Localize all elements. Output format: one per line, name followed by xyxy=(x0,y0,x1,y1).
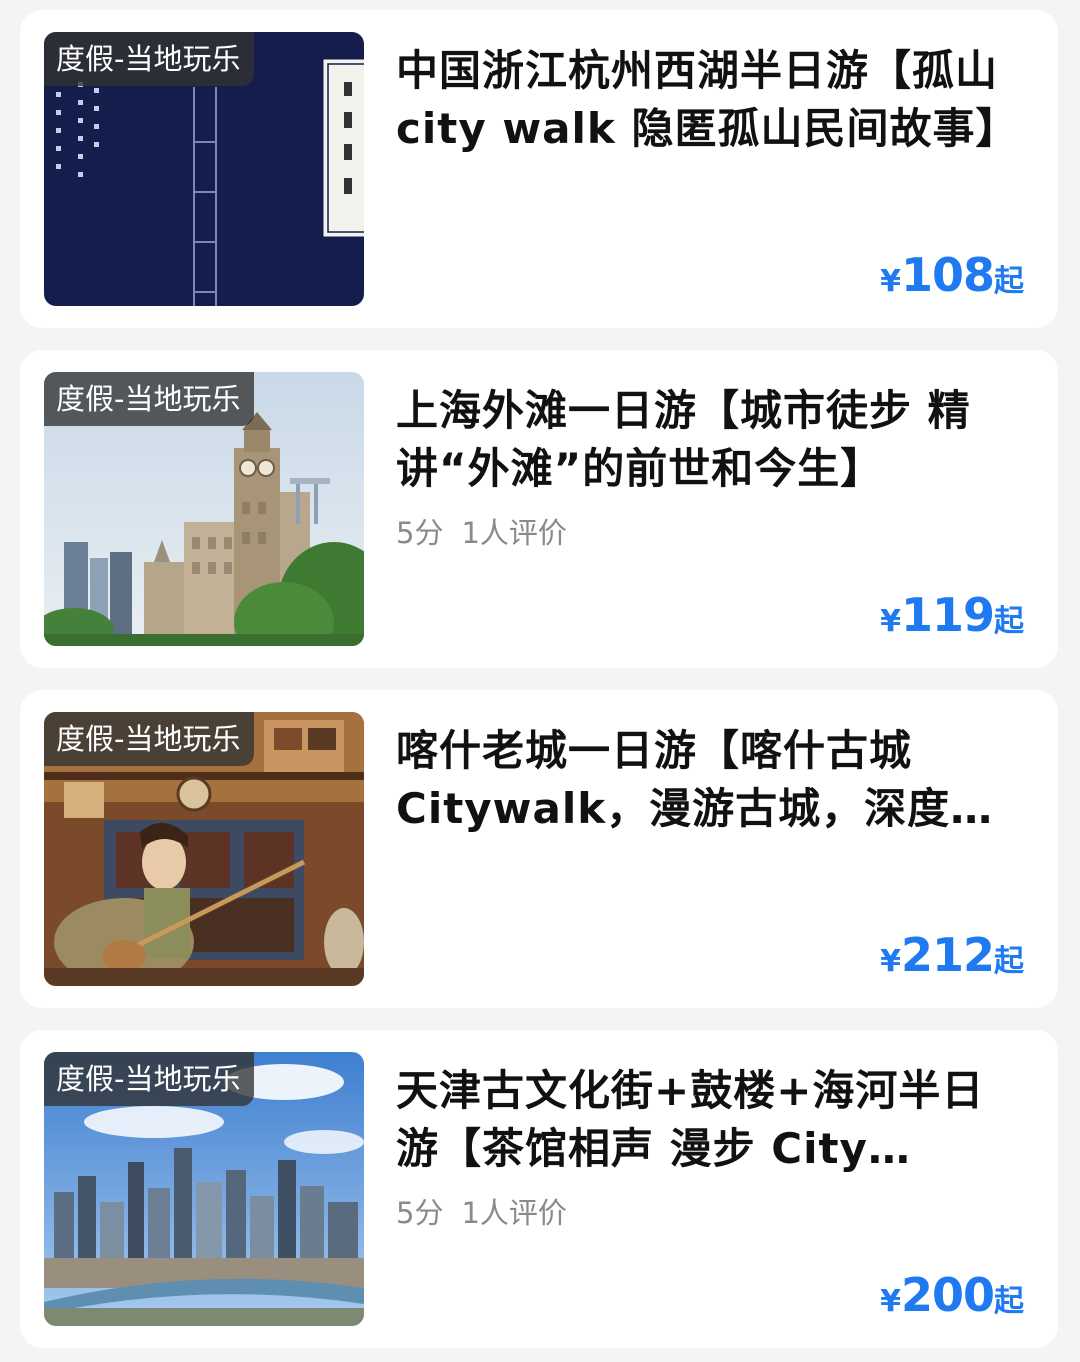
product-info: 上海外滩一日游【城市徒步 精讲“外滩”的前世和今生】 5分 1人评价 ¥119起 xyxy=(396,350,1024,668)
product-image[interactable]: 度假-当地玩乐 xyxy=(44,712,364,986)
product-title[interactable]: 喀什老城一日游【喀什古城Citywalk，漫游古城，深度体验】 xyxy=(396,722,1024,838)
rating-score: 5分 xyxy=(396,516,444,550)
product-price: ¥108起 xyxy=(880,252,1024,298)
price-amount: 119 xyxy=(900,588,995,642)
price-suffix: 起 xyxy=(994,1284,1024,1319)
product-title[interactable]: 中国浙江杭州西湖半日游【孤山city walk 隐匿孤山民间故事】 xyxy=(396,42,1024,158)
product-image[interactable]: 度假-当地玩乐 xyxy=(44,1052,364,1326)
product-info: 中国浙江杭州西湖半日游【孤山city walk 隐匿孤山民间故事】 ¥108起 xyxy=(396,10,1024,328)
review-count[interactable]: 1人评价 xyxy=(461,1196,566,1230)
category-tag: 度假-当地玩乐 xyxy=(44,372,255,426)
price-suffix: 起 xyxy=(994,944,1024,979)
product-card[interactable]: 度假-当地玩乐 天津古文化街+鼓楼+海河半日游【茶馆相声 漫步 City Wal… xyxy=(20,1030,1058,1348)
category-tag: 度假-当地玩乐 xyxy=(44,32,255,86)
currency-symbol: ¥ xyxy=(880,944,901,979)
price-amount: 212 xyxy=(900,928,995,982)
product-card[interactable]: 度假-当地玩乐 喀什老城一日游【喀什古城Citywalk，漫游古城，深度体验】 … xyxy=(20,690,1058,1008)
price-amount: 108 xyxy=(900,248,995,302)
product-price: ¥200起 xyxy=(880,1272,1024,1318)
product-title[interactable]: 上海外滩一日游【城市徒步 精讲“外滩”的前世和今生】 xyxy=(396,382,1024,498)
price-suffix: 起 xyxy=(994,264,1024,299)
review-count[interactable]: 1人评价 xyxy=(461,516,566,550)
product-info: 天津古文化街+鼓楼+海河半日游【茶馆相声 漫步 City Walk】 5分 1人评… xyxy=(396,1030,1024,1348)
product-card[interactable]: 度假-当地玩乐 中国浙江杭州西湖半日游【孤山city walk 隐匿孤山民间故事… xyxy=(20,10,1058,328)
price-amount: 200 xyxy=(900,1268,995,1322)
rating-score: 5分 xyxy=(396,1196,444,1230)
currency-symbol: ¥ xyxy=(880,264,901,299)
category-tag: 度假-当地玩乐 xyxy=(44,1052,255,1106)
product-list: 度假-当地玩乐 中国浙江杭州西湖半日游【孤山city walk 隐匿孤山民间故事… xyxy=(0,0,1080,1362)
currency-symbol: ¥ xyxy=(880,1284,901,1319)
product-price: ¥119起 xyxy=(880,592,1024,638)
rating-row: 5分 1人评价 xyxy=(396,1190,567,1232)
product-card[interactable]: 度假-当地玩乐 上海外滩一日游【城市徒步 精讲“外滩”的前世和今生】 5分 1人评… xyxy=(20,350,1058,668)
product-title[interactable]: 天津古文化街+鼓楼+海河半日游【茶馆相声 漫步 City Walk】 xyxy=(396,1062,1024,1178)
product-image[interactable]: 度假-当地玩乐 xyxy=(44,32,364,306)
product-info: 喀什老城一日游【喀什古城Citywalk，漫游古城，深度体验】 ¥212起 xyxy=(396,690,1024,1008)
currency-symbol: ¥ xyxy=(880,604,901,639)
category-tag: 度假-当地玩乐 xyxy=(44,712,255,766)
price-suffix: 起 xyxy=(994,604,1024,639)
rating-row: 5分 1人评价 xyxy=(396,510,567,552)
product-image[interactable]: 度假-当地玩乐 xyxy=(44,372,364,646)
product-price: ¥212起 xyxy=(880,932,1024,978)
